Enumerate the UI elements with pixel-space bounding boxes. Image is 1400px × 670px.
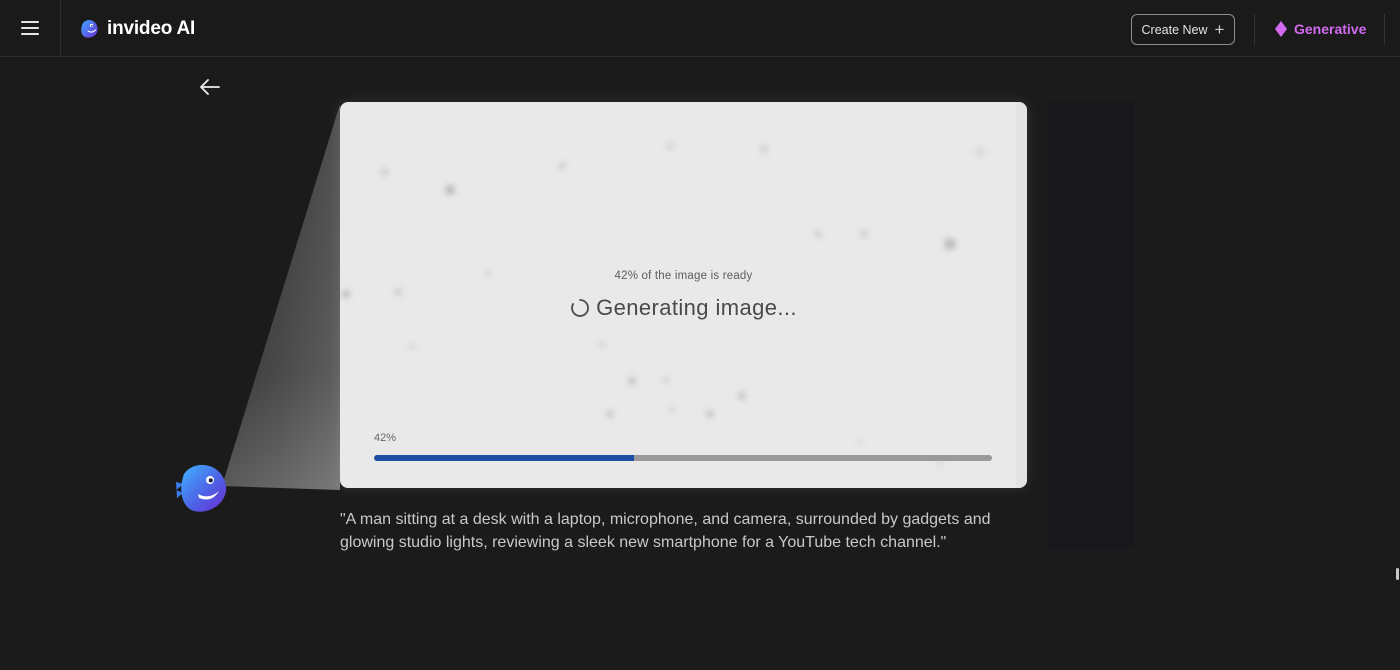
side-panel: [1048, 102, 1134, 548]
generative-plan-badge[interactable]: Generative: [1275, 19, 1366, 39]
create-new-label: Create New: [1141, 22, 1208, 37]
header-divider: [1254, 14, 1255, 45]
brand[interactable]: invideo AI: [79, 17, 195, 41]
arrow-left-icon: [200, 79, 220, 95]
progress-status-text: 42% of the image is ready: [614, 270, 753, 282]
image-preview-card: 42% of the image is ready Generating ima…: [340, 102, 1027, 488]
spinner-icon: [571, 299, 589, 317]
fish-mascot-icon: [176, 464, 227, 512]
diamond-icon: [1275, 21, 1287, 37]
progress-percent-label: 42%: [374, 432, 397, 444]
hamburger-icon: [21, 21, 39, 35]
scrollbar-thumb[interactable]: [1396, 568, 1399, 580]
back-button[interactable]: [198, 76, 222, 98]
plan-badge-label: Generative: [1294, 21, 1367, 37]
image-prompt-text: "A man sitting at a desk with a laptop, …: [340, 511, 991, 551]
header-divider-right: [1384, 14, 1385, 45]
menu-button[interactable]: [0, 0, 61, 56]
generating-indicator: Generating image...: [340, 294, 1027, 322]
app-name: invideo AI: [107, 18, 196, 39]
create-new-button[interactable]: Create New +: [1131, 14, 1235, 45]
progress-bar-fill: [374, 455, 634, 461]
plus-icon: +: [1214, 19, 1225, 39]
generating-label: Generating image...: [596, 295, 797, 320]
invideo-logo-icon: [81, 20, 98, 38]
top-bar: invideo AI Create New + Generative: [0, 0, 1400, 57]
mascot-avatar: [172, 460, 228, 516]
progress-bar: [374, 455, 992, 461]
